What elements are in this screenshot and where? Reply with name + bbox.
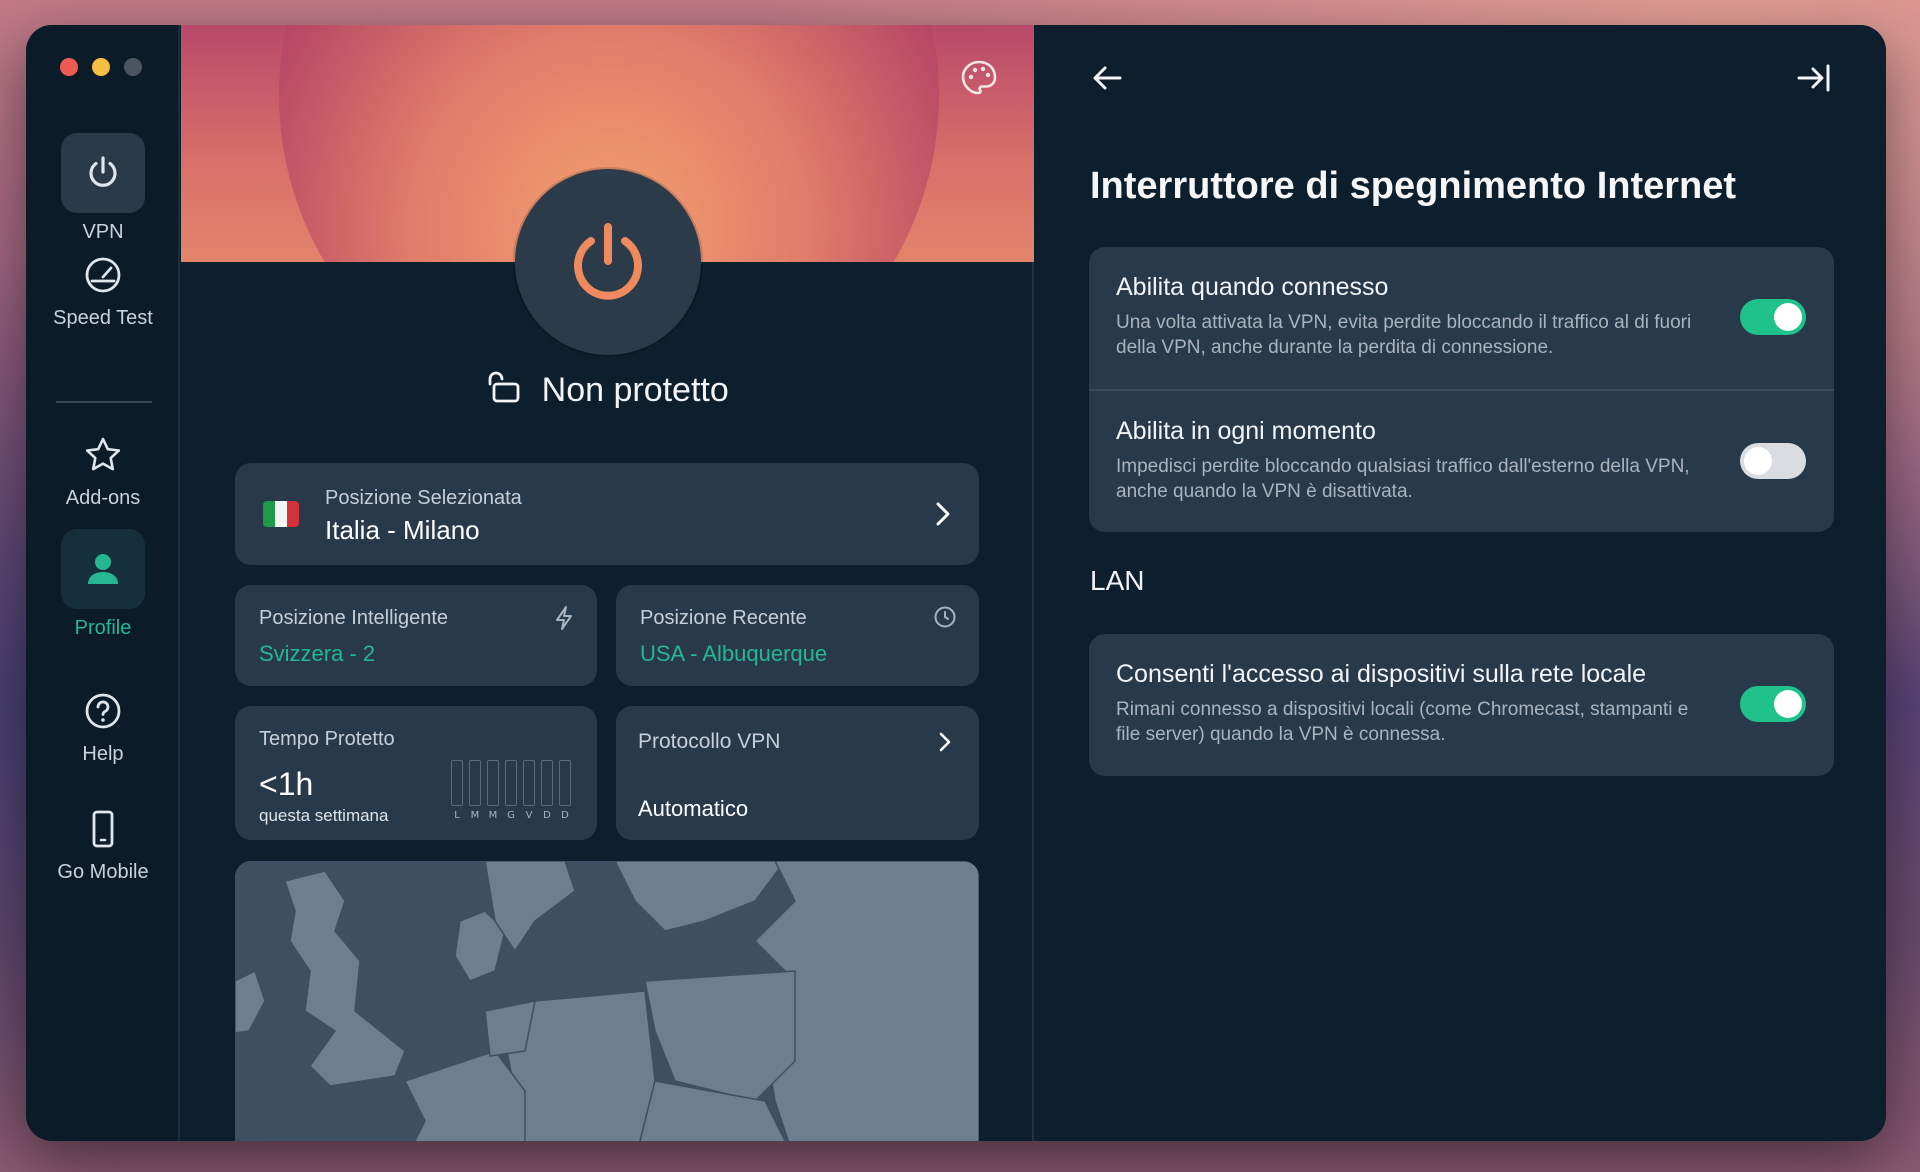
day-label: D: [543, 810, 551, 821]
setting-title: Consenti l'accesso ai dispositivi sulla …: [1116, 660, 1647, 688]
enable-when-connected-toggle[interactable]: [1740, 299, 1806, 335]
speedometer-icon: [61, 251, 145, 299]
selected-location-card[interactable]: Posizione Selezionata Italia - Milano: [235, 463, 979, 565]
day-column: V: [523, 760, 535, 821]
user-icon: [61, 529, 145, 609]
status-text: Non protetto: [541, 371, 729, 409]
vpn-protocol-value: Automatico: [638, 796, 749, 821]
window-controls: [60, 58, 142, 76]
setting-description: Una volta attivata la VPN, evita perdite…: [1116, 312, 1692, 358]
sidebar-item-label: Profile: [74, 617, 132, 639]
palette-icon[interactable]: [960, 59, 998, 102]
day-label: G: [507, 810, 515, 821]
smart-location-label: Posizione Intelligente: [259, 607, 449, 629]
day-label: M: [470, 810, 480, 821]
sidebar-item-label: VPN: [82, 221, 124, 243]
protected-time-label: Tempo Protetto: [259, 728, 395, 750]
sidebar-item-label: Go Mobile: [57, 861, 149, 883]
server-latency: ✦ 28ms: [475, 1139, 551, 1141]
sidebar-item-go-mobile[interactable]: Go Mobile: [26, 805, 180, 884]
protected-time-card: Tempo Protetto <1h questa settimana L M …: [235, 706, 597, 840]
day-column: G: [505, 760, 517, 821]
day-column: D: [559, 760, 571, 821]
weekly-usage-chart: L M M G V D D: [451, 760, 571, 821]
enable-always-toggle[interactable]: [1740, 443, 1806, 479]
mobile-phone-icon: [61, 805, 145, 853]
sidebar-item-vpn[interactable]: VPN: [26, 133, 180, 244]
setting-description: Rimani connesso a dispositivi locali (co…: [1116, 699, 1689, 745]
vpn-protocol-card[interactable]: Protocollo VPN Automatico: [616, 706, 979, 840]
selected-location-label: Posizione Selezionata: [325, 487, 522, 509]
recent-location-value: USA - Albuquerque: [640, 641, 828, 666]
question-circle-icon: [61, 687, 145, 735]
chevron-right-icon: [937, 730, 953, 759]
setting-title: Abilita quando connesso: [1116, 273, 1389, 301]
day-column: L: [451, 760, 463, 821]
day-column: M: [487, 760, 499, 821]
server-marker-icon: ✦: [475, 1139, 493, 1141]
selected-location-value: Italia - Milano: [325, 515, 480, 545]
sidebar-item-speed-test[interactable]: Speed Test: [26, 251, 180, 330]
connection-status: Non protetto: [181, 369, 1034, 412]
sidebar-item-label: Speed Test: [53, 307, 153, 329]
recent-location-card[interactable]: Posizione Recente USA - Albuquerque: [616, 585, 979, 686]
star-icon: [61, 431, 145, 479]
smart-location-card[interactable]: Posizione Intelligente Svizzera - 2: [235, 585, 597, 686]
connect-power-button[interactable]: [515, 169, 701, 355]
day-column: D: [541, 760, 553, 821]
clock-icon: [933, 605, 957, 634]
unlocked-icon: [486, 369, 522, 412]
close-window-button[interactable]: [60, 58, 78, 76]
sidebar-item-help[interactable]: Help: [26, 687, 180, 766]
lan-section-heading: LAN: [1090, 565, 1145, 596]
day-column: M: [469, 760, 481, 821]
page-title: Interruttore di spegnimento Internet: [1090, 165, 1737, 207]
sidebar-item-label: Help: [82, 743, 124, 765]
main-panel: Non protetto Posizione Selezionata Itali…: [181, 25, 1034, 1141]
minimize-window-button[interactable]: [92, 58, 110, 76]
lightning-icon: [553, 605, 575, 636]
day-label: V: [525, 810, 533, 821]
protected-time-subtitle: questa settimana: [259, 806, 389, 825]
day-label: M: [488, 810, 498, 821]
collapse-panel-button[interactable]: [1796, 63, 1832, 98]
allow-lan-access-toggle[interactable]: [1740, 686, 1806, 722]
europe-map-graphic: [235, 861, 979, 1141]
kill-switch-settings-panel: Interruttore di spegnimento Internet Abi…: [1036, 25, 1886, 1141]
back-button[interactable]: [1090, 63, 1124, 98]
sidebar: VPN Speed Test Add-ons Profile Help Go M…: [26, 25, 180, 1141]
lan-settings-group: Consenti l'accesso ai dispositivi sulla …: [1089, 634, 1834, 776]
sidebar-divider: [56, 401, 152, 403]
kill-switch-settings-group: Abilita quando connesso Una volta attiva…: [1089, 247, 1834, 532]
app-window: VPN Speed Test Add-ons Profile Help Go M…: [26, 25, 1886, 1141]
latency-value: 28ms: [497, 1139, 551, 1141]
chevron-right-icon: [933, 499, 953, 534]
protected-time-value: <1h: [259, 766, 314, 802]
smart-location-value: Svizzera - 2: [259, 641, 376, 666]
sidebar-item-add-ons[interactable]: Add-ons: [26, 431, 180, 510]
setting-title: Abilita in ogni momento: [1116, 417, 1376, 445]
sidebar-item-profile[interactable]: Profile: [26, 529, 180, 640]
setting-enable-always: Abilita in ogni momento Impedisci perdit…: [1089, 389, 1834, 531]
setting-allow-lan-access: Consenti l'accesso ai dispositivi sulla …: [1089, 634, 1834, 776]
setting-enable-when-connected: Abilita quando connesso Una volta attiva…: [1089, 247, 1834, 389]
sidebar-item-label: Add-ons: [65, 487, 141, 509]
location-map[interactable]: ✦ 28ms: [235, 861, 979, 1141]
maximize-window-button[interactable]: [124, 58, 142, 76]
recent-location-label: Posizione Recente: [640, 607, 807, 629]
power-icon: [61, 133, 145, 213]
setting-description: Impedisci perdite bloccando qualsiasi tr…: [1116, 456, 1690, 502]
italy-flag-icon: [263, 501, 299, 527]
day-label: L: [454, 810, 460, 821]
day-label: D: [561, 810, 569, 821]
vpn-protocol-label: Protocollo VPN: [638, 730, 781, 753]
